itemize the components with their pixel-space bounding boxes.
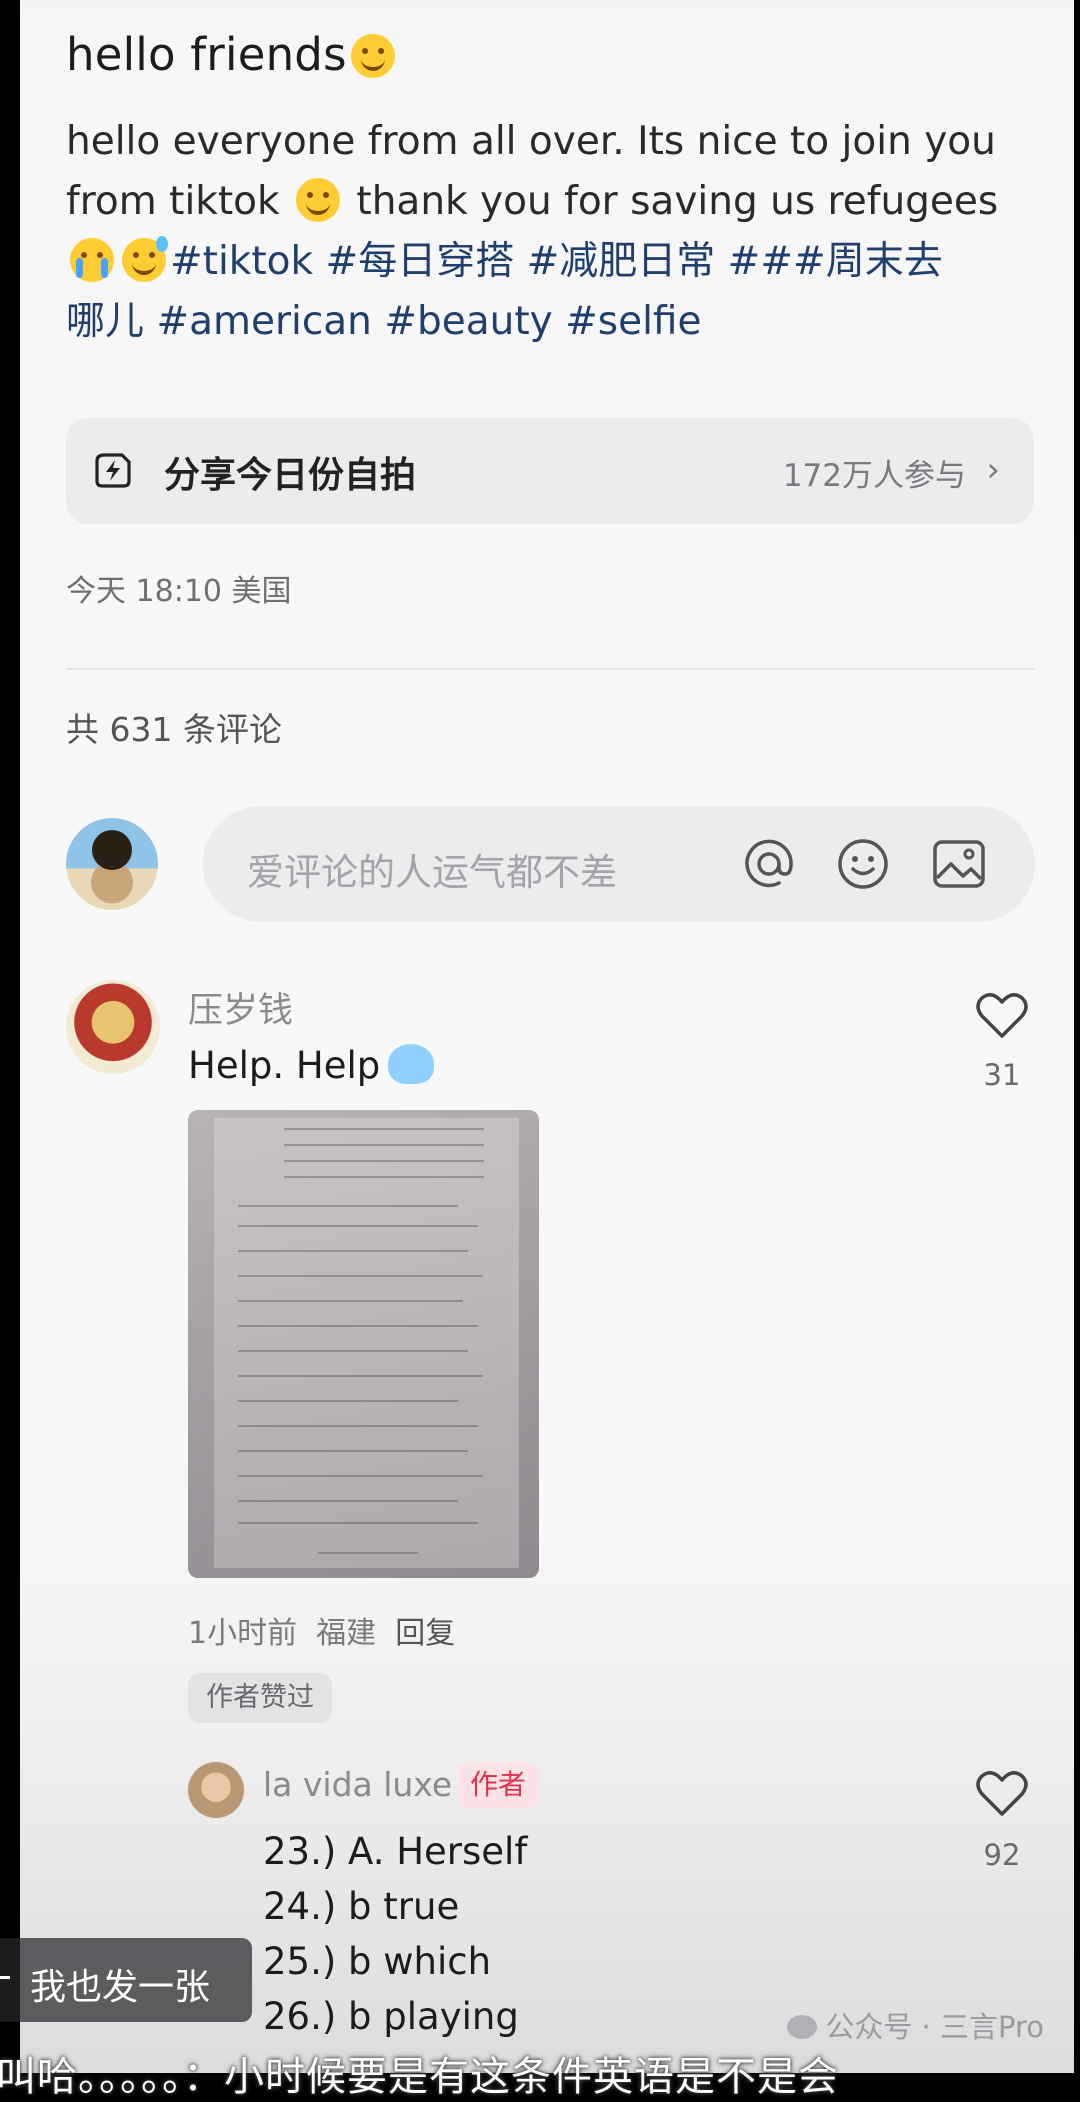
challenge-count: 172万人参与 [782, 458, 966, 494]
minus-icon [0, 1976, 10, 1979]
watermark: 公众号 · 三言Pro [787, 2004, 1044, 2046]
reply-avatar[interactable] [188, 1762, 244, 1818]
wechat-icon [787, 2015, 818, 2039]
lightning-icon [95, 453, 131, 488]
author-liked-badge: 作者赞过 [188, 1673, 332, 1723]
reply-like-count: 92 [983, 1838, 1021, 1872]
desc-line-1: hello everyone from all over. Its nice t… [66, 119, 996, 164]
comment-input[interactable]: 爱评论的人运气都不差 [203, 806, 1035, 922]
reply-line: 25.) b which [263, 1940, 492, 1983]
comment-author[interactable]: 压岁钱 [188, 982, 293, 1033]
crying-face-icon [388, 1044, 435, 1084]
smile-emoji-icon [350, 34, 395, 78]
comment-like-count: 31 [983, 1058, 1021, 1092]
divider [66, 668, 1034, 670]
comment-text: Help. Help [188, 1044, 435, 1087]
smile-emoji-icon [296, 178, 341, 222]
emoji-icon[interactable] [835, 836, 891, 892]
comment-photo[interactable] [188, 1110, 539, 1578]
reply-line: 23.) A. Herself [263, 1830, 528, 1873]
post-title: hello friends [66, 28, 399, 81]
challenge-card[interactable]: 分享今日份自拍 172万人参与 › [66, 418, 1034, 524]
reply-line: 24.) b true [263, 1885, 460, 1928]
challenge-name: 分享今日份自拍 [164, 455, 417, 496]
reply-line: 26.) b playing [263, 1995, 519, 2038]
heart-icon[interactable] [976, 1770, 1028, 1818]
comment-time: 1小时前 [188, 1616, 298, 1651]
post-description: hello everyone from all over. Its nice t… [66, 112, 1056, 352]
desc-line-2: from tiktok thank you for saving us refu… [66, 178, 999, 224]
screen: hello friends hello everyone from all ov… [20, 0, 1074, 2073]
hashtags-line-2[interactable]: 哪儿 #american #beauty #selfie [66, 292, 1056, 352]
post-too-button[interactable]: 我也发一张 [0, 1938, 252, 2022]
video-subtitle: 叫哈。。。。。：小时候要是有这条件英语是不是会 [0, 2054, 839, 2100]
reply-button[interactable]: 回复 [395, 1616, 455, 1651]
reply-text: 23.) A. Herself 24.) b true 25.) b which… [263, 1824, 527, 2044]
reply-author[interactable]: la vida luxe [263, 1765, 452, 1804]
chevron-right-icon: › [986, 450, 1000, 490]
author-tag: 作者 [458, 1762, 539, 1808]
cry-emoji-icon [70, 238, 114, 282]
comment-location: 福建 [316, 1616, 377, 1651]
image-icon[interactable] [931, 836, 987, 892]
post-too-label: 我也发一张 [30, 1967, 211, 2008]
hashtags-line-1[interactable]: #tiktok #每日穿搭 #减肥日常 ###周末去 [170, 239, 943, 284]
desc-line-3: #tiktok #每日穿搭 #减肥日常 ###周末去 [66, 232, 1056, 292]
post-time-location: 今天 18:10 美国 [66, 574, 292, 609]
heart-icon[interactable] [976, 992, 1028, 1040]
my-avatar[interactable] [66, 818, 158, 910]
comment-avatar[interactable] [66, 980, 160, 1074]
comment-meta: 1小时前 福建 回复 [188, 1608, 455, 1652]
sweat-smile-emoji-icon [122, 236, 168, 282]
at-icon[interactable] [741, 836, 797, 892]
comment-count: 共 631 条评论 [66, 710, 282, 749]
comment-input-placeholder: 爱评论的人运气都不差 [247, 851, 617, 894]
